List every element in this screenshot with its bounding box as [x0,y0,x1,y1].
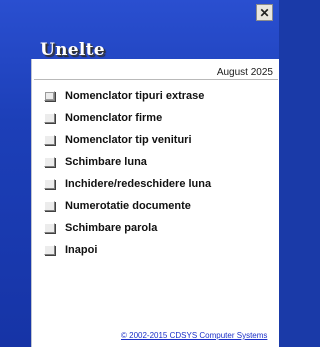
menu-item-schimbare-luna[interactable]: Schimbare luna [44,151,211,173]
period-label: August 2025 [216,67,273,78]
menu-item-label: Nomenclator tipuri extrase [65,90,205,102]
window-title: Unelte [40,40,105,60]
menu-item-nomenclator-tip-venituri[interactable]: Nomenclator tip venituri [44,129,211,151]
menu-item-label: Nomenclator firme [65,112,163,124]
menu-item-button[interactable] [44,245,55,255]
menu-item-button[interactable] [44,201,55,211]
close-button[interactable]: ✕ [256,4,273,21]
menu-item-nomenclator-tipuri-extrase[interactable]: Nomenclator tipuri extrase [44,85,211,107]
menu-item-inchidere-redeschidere-luna[interactable]: Inchidere/redeschidere luna [44,173,211,195]
menu-item-label: Inapoi [65,244,98,256]
menu-item-label: Numerotatie documente [65,200,191,212]
menu-item-button[interactable] [44,91,55,101]
menu-item-button[interactable] [44,223,55,233]
main-panel: August 2025 Nomenclator tipuri extrase N… [31,59,279,347]
menu-item-button[interactable] [44,113,55,123]
menu-item-label: Inchidere/redeschidere luna [65,178,212,190]
menu-item-numerotatie-documente[interactable]: Numerotatie documente [44,195,211,217]
copyright-link[interactable]: © 2002-2015 CDSYS Computer Systems [121,331,267,340]
menu-item-label: Schimbare parola [65,222,158,234]
menu-item-button[interactable] [44,157,55,167]
menu-item-button[interactable] [44,179,55,189]
menu-item-nomenclator-firme[interactable]: Nomenclator firme [44,107,211,129]
menu-item-label: Nomenclator tip venituri [65,134,192,146]
tools-menu: Nomenclator tipuri extrase Nomenclator f… [44,85,211,261]
menu-item-label: Schimbare luna [65,156,147,168]
menu-item-button[interactable] [44,135,55,145]
menu-item-schimbare-parola[interactable]: Schimbare parola [44,217,211,239]
header-divider [34,79,278,80]
menu-item-inapoi[interactable]: Inapoi [44,239,211,261]
close-icon: ✕ [259,5,270,20]
